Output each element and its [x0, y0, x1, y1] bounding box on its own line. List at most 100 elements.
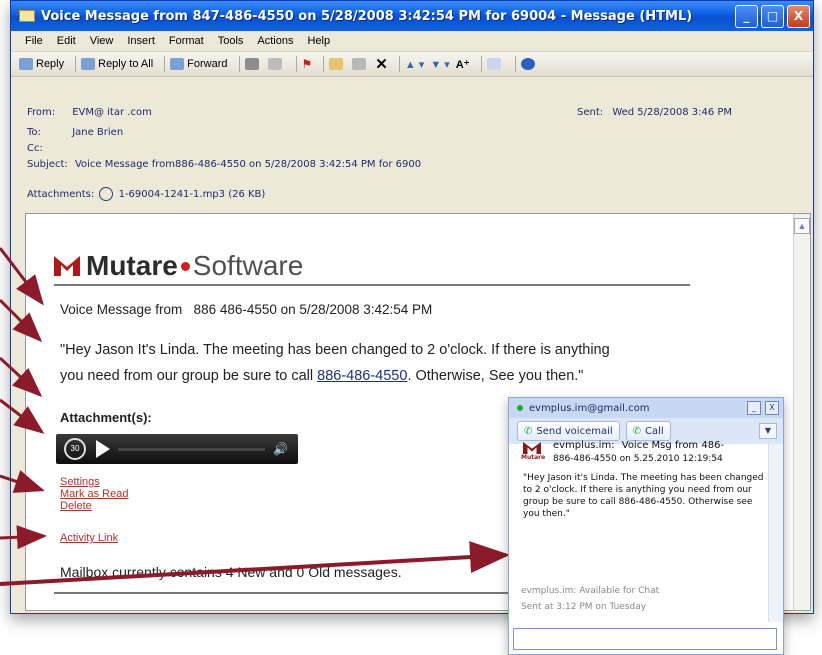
audio-player: 30 🔊 — [56, 434, 298, 464]
reply-icon — [19, 58, 33, 70]
cc-row: Cc: — [27, 143, 69, 154]
up-arrow-icon: ▲ ▾ — [404, 58, 425, 71]
chat-sent-time: Sent at 3:12 PM on Tuesday — [521, 602, 647, 612]
delete-icon: ✕ — [375, 56, 388, 73]
chat-scrollbar[interactable] — [768, 444, 783, 622]
attachments-label: Attachments: — [27, 189, 95, 200]
chat-close-button[interactable]: X — [765, 401, 779, 415]
toolbar-separator — [323, 56, 325, 72]
play-button[interactable] — [96, 440, 110, 458]
reply-all-button[interactable]: Reply to All — [81, 58, 153, 70]
toolbar-separator — [514, 56, 516, 72]
chat-input[interactable] — [513, 628, 777, 650]
categorize-icon — [352, 58, 367, 70]
chat-title: evmplus.im@gmail.com — [529, 402, 650, 414]
to-row: To: Jane Brien — [27, 127, 123, 138]
divider — [54, 284, 690, 286]
chat-message-details: 886-486-4550 on 5.25.2010 12:19:54 — [553, 454, 723, 464]
next-item-button[interactable]: ▼ ▾ — [430, 58, 449, 71]
subject-row: Subject: Voice Message from886-486-4550 … — [27, 159, 421, 170]
print-button[interactable] — [244, 58, 262, 70]
chat-options-dropdown[interactable]: ▼ — [759, 423, 777, 439]
to-label: To: — [27, 127, 41, 138]
message-header: From: EVM@ itar .com Sent: Wed 5/28/2008… — [11, 77, 813, 207]
logo-text: Mutare — [521, 454, 546, 461]
chat-minimize-button[interactable]: _ — [747, 401, 761, 415]
phone-link[interactable]: 886-486-4550 — [317, 368, 407, 384]
chat-title-bar: evmplus.im@gmail.com _ X — [509, 398, 783, 418]
translate-button[interactable] — [486, 58, 504, 70]
envelope-icon — [19, 10, 35, 22]
categorize-button[interactable] — [352, 58, 369, 70]
rewind-30-button[interactable]: 30 — [64, 438, 86, 460]
print-icon — [244, 58, 259, 70]
sent-row: Sent: Wed 5/28/2008 3:46 PM — [577, 107, 732, 118]
toolbar-separator — [480, 56, 482, 72]
menu-view[interactable]: View — [90, 35, 114, 47]
delete-button[interactable]: ✕ — [375, 55, 388, 73]
forward-button[interactable]: Forward — [170, 58, 228, 70]
chat-window: evmplus.im@gmail.com _ X ✆ Send voicemail… — [508, 397, 784, 655]
cc-label: Cc: — [27, 143, 43, 154]
scrollbar[interactable]: ▲ — [793, 214, 810, 610]
toolbar-separator — [398, 56, 400, 72]
transcript-line-1: "Hey Jason It's Linda. The meeting has b… — [60, 342, 610, 358]
minimize-button[interactable]: _ — [735, 4, 758, 28]
mutare-m-icon — [523, 442, 541, 454]
copy-button[interactable] — [267, 58, 285, 70]
attachment-file[interactable]: 1-69004-1241-1.mp3 (26 KB) — [119, 189, 266, 200]
menu-bar: File Edit View Insert Format Tools Actio… — [11, 31, 813, 52]
help-button[interactable] — [520, 58, 538, 70]
activity-link[interactable]: Activity Link — [60, 532, 118, 544]
menu-edit[interactable]: Edit — [57, 35, 76, 47]
flag-icon: ⚑ — [301, 57, 313, 71]
font-size-button[interactable]: A⁺ — [456, 58, 470, 71]
previous-item-button[interactable]: ▲ ▾ — [405, 58, 424, 71]
menu-actions[interactable]: Actions — [257, 35, 293, 47]
menu-file[interactable]: File — [25, 35, 43, 47]
online-status-icon — [517, 405, 523, 411]
toolbar-separator — [238, 56, 240, 72]
logo-word-mutare: Mutare — [86, 250, 178, 281]
to-value[interactable]: Jane Brien — [72, 127, 123, 138]
subject-label: Subject: — [27, 159, 68, 170]
reply-button[interactable]: Reply — [19, 58, 64, 70]
attachments-heading: Attachment(s): — [60, 410, 152, 425]
sent-label: Sent: — [577, 107, 604, 118]
menu-format[interactable]: Format — [169, 35, 204, 47]
audio-file-icon — [99, 187, 114, 201]
settings-link[interactable]: Settings — [60, 476, 100, 488]
send-voicemail-button[interactable]: ✆ Send voicemail — [517, 421, 620, 441]
logo-dot — [180, 261, 190, 271]
chat-sender-message: Voice Msg from 486- — [621, 440, 725, 451]
flag-button[interactable]: ⚑ — [302, 57, 313, 71]
menu-help[interactable]: Help — [307, 35, 330, 47]
folder-icon — [329, 58, 344, 70]
forward-label: Forward — [187, 58, 228, 70]
close-button[interactable]: X — [787, 4, 810, 28]
maximize-button[interactable]: □ — [761, 4, 784, 28]
phone-icon: ✆ — [632, 425, 642, 437]
move-folder-button[interactable] — [329, 58, 346, 70]
forward-icon — [170, 58, 185, 70]
scroll-up-icon[interactable]: ▲ — [794, 218, 810, 234]
menu-tools[interactable]: Tools — [218, 35, 244, 47]
volume-icon[interactable]: 🔊 — [273, 442, 288, 456]
chat-sender-line: evmplus.im: Voice Msg from 486- — [553, 440, 724, 451]
reply-all-icon — [81, 58, 96, 70]
mark-as-read-link[interactable]: Mark as Read — [60, 488, 128, 500]
delete-link[interactable]: Delete — [60, 500, 92, 512]
chat-status: evmplus.im: Available for Chat — [521, 586, 660, 596]
menu-insert[interactable]: Insert — [127, 35, 155, 47]
send-voicemail-label: Send voicemail — [536, 425, 613, 437]
call-button[interactable]: ✆ Call — [625, 421, 671, 441]
toolbar-separator — [295, 56, 297, 72]
copy-icon — [267, 58, 282, 70]
progress-track[interactable] — [118, 447, 266, 451]
from-label: From: — [27, 107, 56, 118]
chat-sender: evmplus.im: — [553, 440, 615, 451]
sent-value: Wed 5/28/2008 3:46 PM — [612, 107, 733, 118]
reply-all-label: Reply to All — [98, 58, 154, 70]
subject-value: Voice Message from886-486-4550 on 5/28/2… — [74, 159, 422, 170]
from-value[interactable]: EVM@ itar .com — [72, 107, 152, 118]
